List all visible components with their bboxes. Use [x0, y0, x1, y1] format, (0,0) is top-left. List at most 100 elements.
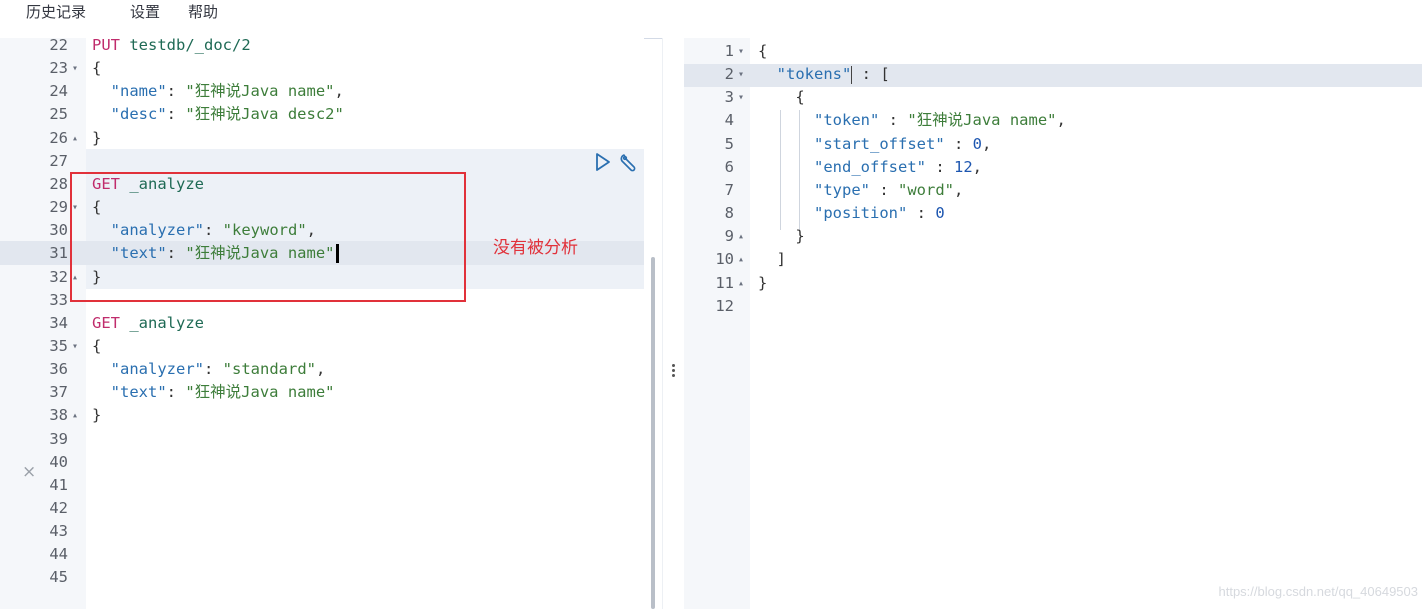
fold-collapse-icon[interactable]: ▾: [738, 86, 744, 109]
code-line: 6 "end_offset" : 12,: [684, 156, 1422, 179]
line-number: 29: [49, 198, 68, 217]
drag-handle-icon[interactable]: [672, 364, 676, 379]
code-token: "standard": [222, 360, 316, 379]
code-token: 12: [953, 157, 973, 176]
panel-splitter[interactable]: [662, 38, 686, 609]
code-token: }: [92, 406, 102, 425]
line-number: 33: [49, 290, 68, 309]
line-number: 7: [724, 180, 734, 199]
code-line: 23 ▾ {: [0, 57, 662, 80]
code-text: "type" : "word",: [758, 179, 963, 202]
code-token: "text": [110, 383, 167, 402]
code-token: "end_offset": [814, 157, 926, 176]
code-token: {: [92, 59, 102, 78]
code-line: 5 "start_offset" : 0,: [684, 133, 1422, 156]
menu-settings[interactable]: 设置: [130, 0, 160, 20]
code-token: "word": [898, 180, 954, 199]
line-number: 44: [49, 545, 68, 564]
fold-expand-icon[interactable]: ▴: [72, 127, 78, 150]
fold-expand-icon[interactable]: ▴: [738, 272, 744, 295]
line-number: 36: [49, 360, 68, 379]
response-editor[interactable]: 1 ▾{2 ▾ "tokens" : [3 ▾ {4 "token" : "狂神说Ja…: [684, 38, 1422, 609]
line-number: 11: [715, 273, 734, 292]
code-line: 45: [0, 566, 662, 589]
code-line: 39: [0, 428, 662, 451]
code-text: "start_offset" : 0,: [758, 133, 991, 156]
line-number: 35: [49, 336, 68, 355]
code-token: ,: [972, 157, 982, 176]
line-number: 10: [715, 250, 734, 269]
request-editor[interactable]: 22 PUT testdb/_doc/2 23 ▾{24 "name": "狂神说Ja…: [0, 38, 662, 609]
menu-help[interactable]: 帮助: [188, 0, 218, 20]
code-line: 34 GET _analyze: [0, 312, 662, 335]
line-number: 3: [724, 88, 734, 107]
annotation-box: [70, 172, 466, 302]
wrench-icon[interactable]: [618, 152, 640, 174]
annotation-label: 没有被分析: [493, 238, 578, 258]
code-line: 35 ▾ {: [0, 335, 662, 358]
code-token: {: [92, 336, 102, 355]
code-text: "text": "狂神说Java name": [92, 381, 335, 404]
code-text: "name": "狂神说Java name",: [92, 80, 344, 103]
fold-collapse-icon[interactable]: ▾: [738, 63, 744, 86]
fold-collapse-icon[interactable]: ▾: [72, 57, 78, 80]
fold-expand-icon[interactable]: ▴: [738, 248, 744, 271]
code-line: 36 "analyzer": "standard",: [0, 358, 662, 381]
fold-collapse-icon[interactable]: ▾: [738, 40, 744, 63]
line-number: 8: [724, 204, 734, 223]
code-token: {: [758, 42, 768, 60]
fold-expand-icon[interactable]: ▴: [72, 404, 78, 427]
line-number: 34: [49, 313, 68, 332]
request-scrollbar[interactable]: [651, 257, 655, 609]
code-text: "end_offset" : 12,: [758, 156, 982, 179]
code-text: }: [92, 404, 101, 427]
code-line: 10 ▴ ]: [684, 248, 1422, 271]
line-number: 22: [49, 38, 68, 54]
code-line: 3 ▾ {: [684, 86, 1422, 109]
code-text: "desc": "狂神说Java desc2": [92, 103, 344, 126]
code-token: ,: [954, 180, 964, 199]
code-line: 25 "desc": "狂神说Java desc2": [0, 103, 662, 126]
menu-history[interactable]: 历史记录: [26, 0, 86, 20]
code-line: 44: [0, 543, 662, 566]
code-text: {: [92, 335, 101, 358]
close-icon[interactable]: ×: [22, 464, 36, 481]
code-token: }: [92, 128, 102, 147]
code-text: GET _analyze: [92, 312, 204, 335]
code-text: }: [758, 225, 804, 248]
code-token: "start_offset": [814, 134, 945, 153]
code-line: 1 ▾ {: [684, 40, 1422, 63]
code-token: :: [870, 180, 898, 199]
line-number: 43: [49, 522, 68, 541]
code-token: : [: [852, 65, 890, 84]
code-text: {: [92, 57, 101, 80]
code-token: "tokens": [776, 65, 852, 84]
fold-expand-icon[interactable]: ▴: [738, 225, 744, 248]
code-line: 24 "name": "狂神说Java name",: [0, 80, 662, 103]
code-token: "狂神说Java name": [185, 383, 335, 402]
code-token: testdb/_doc/2: [129, 38, 251, 54]
code-token: "desc": [110, 105, 167, 124]
play-icon[interactable]: [594, 152, 612, 172]
code-token: 0: [972, 134, 982, 153]
code-line: 7 "type" : "word",: [684, 179, 1422, 202]
line-number: 24: [49, 82, 68, 101]
code-line: 43: [0, 520, 662, 543]
line-number: 25: [49, 105, 68, 124]
code-text: }: [92, 127, 101, 150]
code-token: 0: [935, 204, 945, 223]
code-text: "token" : "狂神说Java name",: [758, 109, 1066, 132]
line-number: 38: [49, 406, 68, 425]
fold-collapse-icon[interactable]: ▾: [72, 335, 78, 358]
line-number: 4: [724, 111, 734, 130]
code-line: 41: [0, 474, 662, 497]
code-token: "狂神说Java desc2": [185, 105, 344, 124]
line-number: 5: [724, 134, 734, 153]
